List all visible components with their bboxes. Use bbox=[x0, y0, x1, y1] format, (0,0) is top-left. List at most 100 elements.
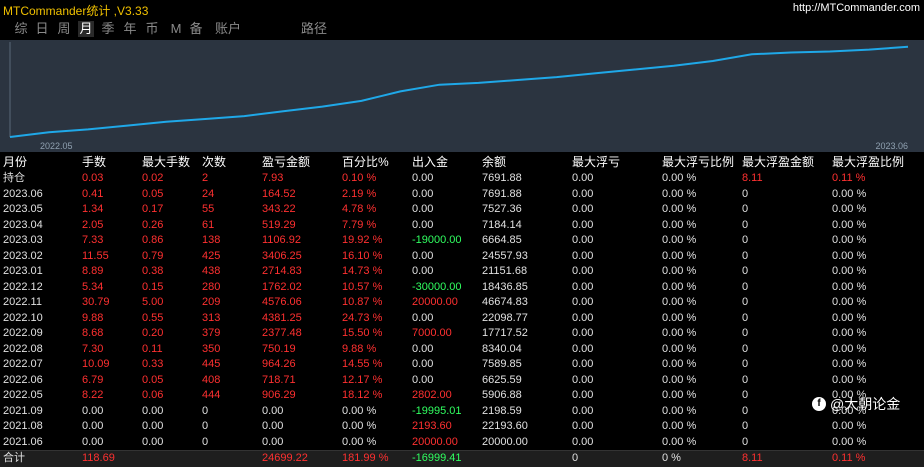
table-cell: 22193.60 bbox=[482, 420, 528, 432]
table-cell: 0.00 bbox=[572, 389, 594, 401]
table-cell: 164.52 bbox=[262, 187, 296, 200]
table-cell: 12.17 % bbox=[342, 373, 383, 386]
watermark: f @大朝论金 bbox=[812, 394, 900, 414]
column-header[interactable]: 次数 bbox=[202, 154, 226, 171]
tab-bar: 综日周月季年币 M 备账户 路径 bbox=[0, 18, 924, 40]
column-header[interactable]: 最大浮盈比例 bbox=[832, 154, 904, 171]
table-cell: 0.00 bbox=[82, 435, 104, 448]
table-cell: 0.03 bbox=[82, 172, 104, 184]
table-cell: 2023.05 bbox=[3, 203, 43, 215]
table-row[interactable]: 2023.03 7.33 0.86 138 1106.92 19.92 % -19000.0… bbox=[0, 233, 924, 249]
table-cell: 379 bbox=[202, 327, 221, 339]
table-cell: 0.00 % bbox=[662, 249, 697, 262]
column-header[interactable]: 最大手数 bbox=[142, 154, 190, 171]
table-row[interactable]: 2021.06 0.00 0.00 0 0.00 0.00 % 20000.00 20000.… bbox=[0, 435, 924, 451]
tab-0[interactable]: 综 bbox=[13, 21, 29, 37]
column-header[interactable]: 手数 bbox=[82, 154, 106, 171]
table-cell: 438 bbox=[202, 265, 221, 277]
table-row[interactable]: 持仓 0.03 0.02 2 7.93 0.10 % 0.00 7691.88 0.00 0.00… bbox=[0, 171, 924, 187]
table-row[interactable]: 2022.09 8.68 0.20 379 2377.48 15.50 % 7000.00 1… bbox=[0, 326, 924, 342]
table-cell: 2022.07 bbox=[3, 358, 43, 370]
table-cell: 0.00 bbox=[572, 311, 594, 324]
table-cell: 0.00 % bbox=[662, 373, 697, 386]
tab-1[interactable]: 日 bbox=[34, 21, 50, 37]
table-cell: 2.05 bbox=[82, 218, 104, 231]
table-row[interactable]: 2022.06 6.79 0.05 408 718.71 12.17 % 0.00 6625.… bbox=[0, 373, 924, 389]
tab-5[interactable]: 年 bbox=[122, 21, 138, 37]
table-cell: 0.00 bbox=[412, 358, 434, 370]
column-header[interactable]: 出入金 bbox=[412, 154, 448, 171]
table-cell: 0.00 % bbox=[662, 172, 697, 184]
table-cell: 0.00 bbox=[412, 249, 434, 262]
table-cell: -30000.00 bbox=[412, 280, 462, 293]
table-cell: 24.73 % bbox=[342, 311, 383, 324]
table-row[interactable]: 2022.12 5.34 0.15 280 1762.02 10.57 % -30000.0… bbox=[0, 280, 924, 296]
table-cell: 0 bbox=[742, 435, 749, 448]
table-cell: 0 bbox=[202, 404, 209, 417]
table-cell: 0.00 bbox=[262, 435, 284, 448]
table-cell: 0.00 bbox=[412, 203, 434, 215]
watermark-text: @大朝论金 bbox=[830, 396, 901, 412]
table-cell: 0.00 bbox=[572, 234, 594, 246]
table-cell: 0.00 % bbox=[832, 342, 867, 355]
column-header[interactable]: 盈亏金额 bbox=[262, 154, 310, 171]
column-header[interactable]: 最大浮亏 bbox=[572, 154, 620, 171]
tab-6[interactable]: 币 bbox=[144, 21, 160, 37]
table-cell: 21151.68 bbox=[482, 265, 528, 277]
table-cell: 0.00 bbox=[412, 342, 434, 355]
table-cell: 2802.00 bbox=[412, 389, 452, 401]
table-row[interactable]: 2022.11 30.79 5.00 209 4576.06 10.87 % 20000.0… bbox=[0, 295, 924, 311]
table-cell: 2021.06 bbox=[3, 435, 43, 448]
table-cell: 0.00 bbox=[262, 404, 284, 417]
table-cell: 0.00 bbox=[572, 435, 594, 448]
watermark-icon: f bbox=[812, 397, 826, 411]
table-cell: 0.10 % bbox=[342, 172, 377, 184]
table-cell: 906.29 bbox=[262, 389, 296, 401]
tab-2[interactable]: 周 bbox=[56, 21, 72, 37]
table-cell: 0.00 bbox=[572, 280, 594, 293]
table-row[interactable]: 2021.09 0.00 0.00 0 0.00 0.00 % -19995.01 2198.… bbox=[0, 404, 924, 420]
table-row[interactable]: 2022.08 7.30 0.11 350 750.19 9.88 % 0.00 8340.0… bbox=[0, 342, 924, 358]
table-row[interactable]: 2022.10 9.88 0.55 313 4381.25 24.73 % 0.00 2209… bbox=[0, 311, 924, 327]
column-header[interactable]: 月份 bbox=[3, 154, 27, 171]
tab-7[interactable]: M bbox=[170, 21, 182, 37]
table-row[interactable]: 2023.06 0.41 0.05 24 164.52 2.19 % 0.00 7691.88… bbox=[0, 187, 924, 203]
table-cell: 0.79 bbox=[142, 249, 164, 262]
table-cell: 0.00 % bbox=[662, 342, 697, 355]
table-cell: 0.00 bbox=[572, 203, 594, 215]
column-header[interactable]: 百分比% bbox=[342, 154, 389, 171]
table-cell: 0.00 bbox=[572, 187, 594, 200]
table-row[interactable]: 2023.04 2.05 0.26 61 519.29 7.79 % 0.00 7184.14… bbox=[0, 218, 924, 234]
tab-10[interactable]: 路径 bbox=[300, 21, 328, 37]
table-cell: 0.00 bbox=[82, 404, 104, 417]
table-cell: 18.12 % bbox=[342, 389, 383, 401]
table-row[interactable]: 2023.02 11.55 0.79 425 3406.25 16.10 % 0.00 245… bbox=[0, 249, 924, 265]
website-link[interactable]: http://MTCommander.com bbox=[793, 2, 920, 14]
table-cell: 0 bbox=[742, 296, 749, 308]
tab-3[interactable]: 月 bbox=[78, 21, 94, 37]
table-cell: 0.05 bbox=[142, 373, 164, 386]
table-row[interactable]: 2021.08 0.00 0.00 0 0.00 0.00 % 2193.60 22193.6… bbox=[0, 419, 924, 435]
table-cell: 138 bbox=[202, 234, 221, 246]
table-row[interactable]: 2022.07 10.09 0.33 445 964.26 14.55 % 0.00 7589… bbox=[0, 357, 924, 373]
table-cell: 9.88 bbox=[82, 311, 104, 324]
column-header[interactable]: 余额 bbox=[482, 154, 506, 171]
table-cell: 0.00 % bbox=[662, 327, 697, 339]
table-row[interactable]: 2022.05 8.22 0.06 444 906.29 18.12 % 2802.00 59… bbox=[0, 388, 924, 404]
tab-9[interactable]: 账户 bbox=[214, 21, 242, 37]
table-cell: 18436.85 bbox=[482, 280, 528, 293]
table-cell: 0.00 bbox=[412, 311, 434, 324]
tab-8[interactable]: 备 bbox=[188, 21, 204, 37]
tab-4[interactable]: 季 bbox=[100, 21, 116, 37]
column-header[interactable]: 最大浮亏比例 bbox=[662, 154, 734, 171]
table-cell: 0.00 bbox=[412, 187, 434, 200]
table-cell: 17717.52 bbox=[482, 327, 528, 339]
column-header[interactable]: 最大浮盈金额 bbox=[742, 154, 814, 171]
table-row[interactable]: 2023.05 1.34 0.17 55 343.22 4.78 % 0.00 7527.36… bbox=[0, 202, 924, 218]
total-cell: 8.11 bbox=[742, 452, 763, 464]
table-cell: 30.79 bbox=[82, 296, 110, 308]
total-cell: 合计 bbox=[3, 452, 25, 464]
table-cell: 0.06 bbox=[142, 389, 164, 401]
table-cell: 4381.25 bbox=[262, 311, 302, 324]
table-row[interactable]: 2023.01 8.89 0.38 438 2714.83 14.73 % 0.00 2115… bbox=[0, 264, 924, 280]
